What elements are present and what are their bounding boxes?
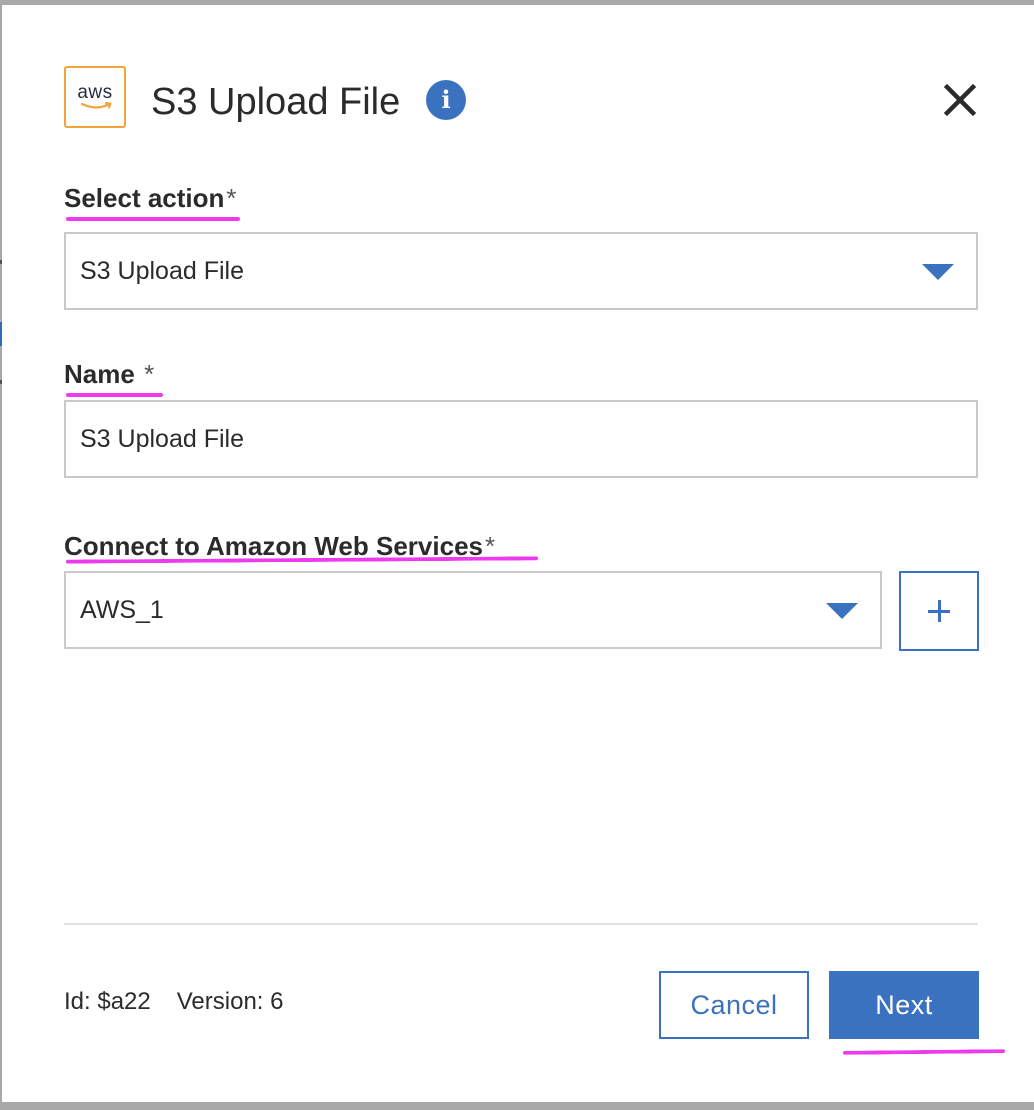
next-button[interactable]: Next	[829, 971, 979, 1039]
footer-divider	[64, 923, 978, 925]
select-action-label: Select action*	[64, 183, 237, 214]
id-text: Id: $a22	[64, 988, 151, 1015]
connection-value: AWS_1	[80, 596, 164, 624]
connection-dropdown[interactable]: AWS_1	[64, 571, 882, 649]
required-asterisk: *	[226, 183, 237, 213]
version-text: Version: 6	[176, 988, 284, 1015]
annotation-underline	[66, 393, 163, 397]
name-input[interactable]: S3 Upload File	[64, 400, 978, 478]
info-icon[interactable]: i	[426, 80, 466, 120]
name-input-value: S3 Upload File	[80, 425, 244, 453]
aws-logo-text: aws	[77, 82, 113, 103]
required-asterisk: *	[144, 359, 155, 389]
select-action-value: S3 Upload File	[80, 257, 244, 285]
aws-logo: aws	[64, 66, 126, 128]
select-action-label-text: Select action	[64, 183, 225, 213]
dialog-title: S3 Upload File	[151, 81, 401, 123]
add-connection-button[interactable]	[899, 571, 979, 651]
chevron-down-icon[interactable]	[826, 603, 858, 619]
dialog-meta: Id: $a22 Version: 6	[64, 988, 283, 1016]
aws-smile-icon	[81, 102, 112, 109]
name-label: Name *	[64, 359, 154, 390]
close-icon[interactable]	[942, 82, 978, 118]
name-label-text: Name	[64, 359, 135, 389]
cancel-button[interactable]: Cancel	[659, 971, 809, 1039]
select-action-dropdown[interactable]: S3 Upload File	[64, 232, 978, 310]
dialog-header: aws S3 Upload File i	[64, 66, 978, 136]
chevron-down-icon[interactable]	[922, 264, 954, 280]
annotation-underline	[66, 217, 240, 221]
